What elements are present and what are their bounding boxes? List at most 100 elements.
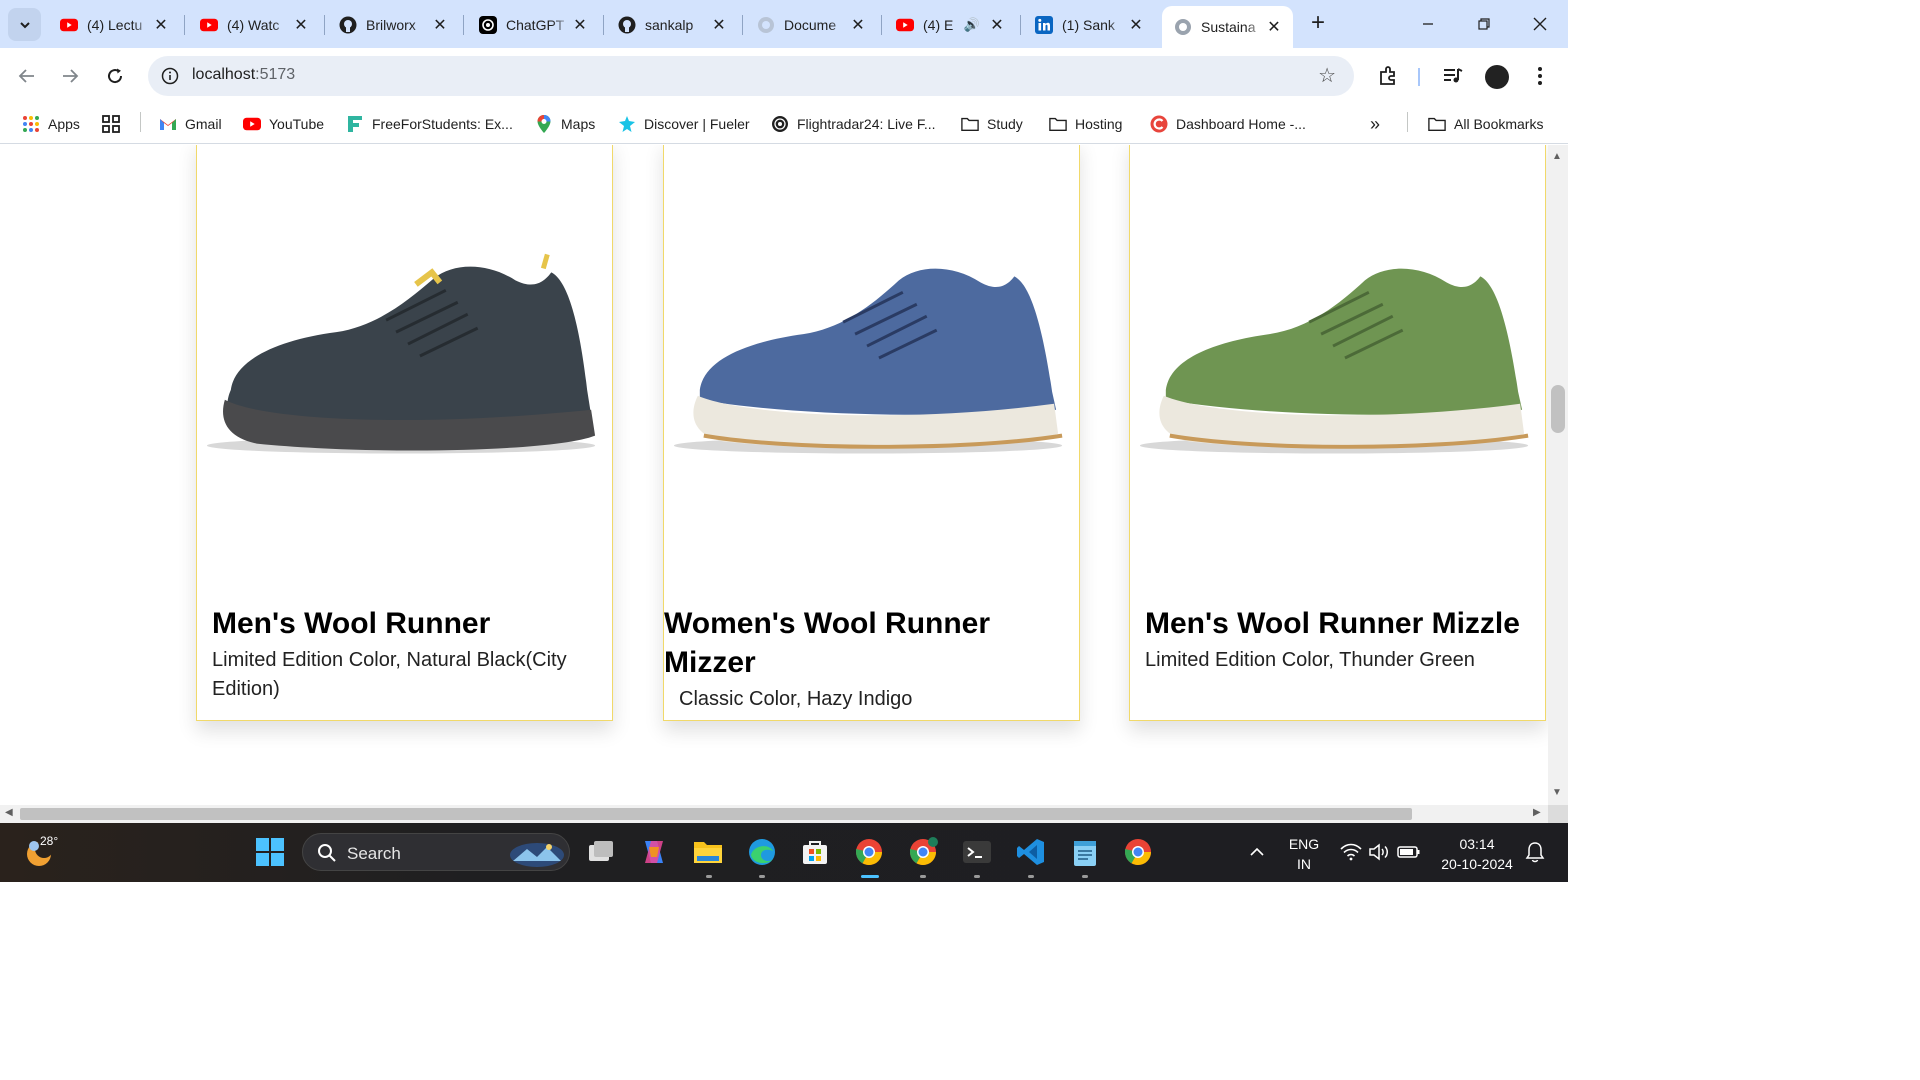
chrome-icon[interactable] [852,835,886,869]
bookmark-folder-hosting[interactable]: Hosting [1049,112,1122,136]
tab-linkedin[interactable]: (1) Sank ✕ [1023,8,1155,42]
product-name: Men's Wool Runner Mizzle [1145,607,1520,640]
chrome-profile-icon[interactable] [906,835,940,869]
copilot-icon[interactable] [637,835,671,869]
bookmark-star-icon[interactable]: ☆ [1318,63,1336,88]
bookmark-fueler[interactable]: Discover | Fueler [618,112,750,136]
task-view-icon[interactable] [584,835,618,869]
tab-watch[interactable]: (4) Watc ✕ [188,8,320,42]
clock[interactable]: 03:14 20-10-2024 [1432,834,1522,874]
close-tab-icon[interactable]: ✕ [431,15,449,35]
scroll-down-arrow-icon[interactable]: ▼ [1552,787,1562,798]
taskbar-search[interactable]: Search [302,833,570,871]
tab-separator [881,15,882,35]
close-tab-icon[interactable]: ✕ [292,15,310,35]
back-button[interactable] [13,62,41,90]
shoe-image [1139,268,1529,454]
start-button[interactable] [253,835,287,869]
volume-icon[interactable] [1362,835,1396,869]
notification-bell-icon[interactable] [1518,835,1552,869]
tab-youtube-audio[interactable]: (4) E 🔊 ✕ [884,8,1016,42]
horizontal-scroll-thumb[interactable] [20,808,1412,820]
tab-separator [324,15,325,35]
bookmark-label: Hosting [1075,116,1123,132]
chatgpt-icon [479,16,497,34]
tab-document[interactable]: Docume ✕ [745,8,877,42]
close-tab-icon[interactable]: ✕ [571,15,589,35]
url-text[interactable]: localhost:5173 [192,66,295,84]
vertical-scroll-thumb[interactable] [1551,385,1565,433]
close-window-button[interactable] [1512,0,1568,48]
restore-button[interactable] [1456,0,1512,48]
all-bookmarks-button[interactable]: All Bookmarks [1428,112,1543,136]
notepad-icon[interactable] [1068,835,1102,869]
tab-brilworx[interactable]: Brilworx ✕ [327,8,459,42]
site-info-icon[interactable] [158,64,182,88]
chevron-up-icon[interactable] [1240,835,1274,869]
bookmark-flightradar[interactable]: Flightradar24: Live F... [771,112,936,136]
tab-search-button[interactable] [8,8,41,41]
time-text: 03:14 [1459,836,1495,852]
tab-sustainable-active[interactable]: Sustaina ✕ [1162,6,1293,48]
tab-chatgpt[interactable]: ChatGPT ✕ [467,8,599,42]
product-name: Men's Wool Runner [212,607,491,640]
language-text: ENG [1288,836,1320,852]
product-card[interactable]: Men's Wool Runner Limited Edition Color,… [196,145,613,721]
weather-widget[interactable]: 28° [22,831,72,871]
tab-groups-button[interactable] [102,112,128,136]
chrome-secondary-icon[interactable] [1121,835,1155,869]
reload-button[interactable] [101,62,129,90]
tab-sankalp[interactable]: sankalp ✕ [606,8,738,42]
bookmark-maps[interactable]: Maps [535,112,595,136]
profile-avatar[interactable] [1485,65,1509,89]
extensions-icon[interactable] [1374,62,1402,90]
close-tab-icon[interactable]: ✕ [152,15,170,35]
scroll-right-arrow-icon[interactable]: ▶ [1533,807,1541,818]
close-tab-icon[interactable]: ✕ [1127,15,1145,35]
bookmark-label: Discover | Fueler [644,116,750,132]
bookmark-folder-study[interactable]: Study [961,112,1023,136]
more-menu-icon[interactable] [1526,62,1554,90]
minimize-icon [1423,23,1433,25]
bookmark-label: Gmail [185,116,222,132]
terminal-icon[interactable] [960,835,994,869]
new-tab-button[interactable]: + [1304,10,1332,38]
product-subtitle: Limited Edition Color, Natural Black(Cit… [212,649,567,700]
bookmark-apps[interactable]: Apps [22,112,80,136]
folder-icon [961,115,979,133]
minimize-button[interactable] [1400,0,1456,48]
tab-separator [603,15,604,35]
edge-icon[interactable] [745,835,779,869]
bookmark-label: Dashboard Home -... [1176,116,1306,132]
close-tab-icon[interactable]: ✕ [849,15,867,35]
file-explorer-icon[interactable] [691,835,725,869]
toolbar-divider [1418,68,1420,86]
battery-icon[interactable] [1392,835,1426,869]
globe-icon [1174,18,1192,36]
address-bar[interactable]: localhost:5173 ☆ [148,56,1354,96]
media-control-icon[interactable] [1439,62,1467,90]
speaker-icon[interactable]: 🔊 [964,17,980,33]
tab-title: Sustaina [1201,19,1256,35]
microsoft-store-icon[interactable] [798,835,832,869]
vscode-icon[interactable] [1014,835,1048,869]
tab-strip: (4) Lectu ✕ (4) Watc ✕ Brilworx ✕ ChatGP… [0,0,1568,48]
bookmarks-overflow-button[interactable]: » [1370,112,1380,136]
tab-lecture[interactable]: (4) Lectu ✕ [48,8,180,42]
close-tab-icon[interactable]: ✕ [710,15,728,35]
vertical-scrollbar[interactable]: ▲ ▼ [1548,145,1568,805]
close-tab-icon[interactable]: ✕ [1265,17,1283,37]
horizontal-scrollbar[interactable]: ◀ ▶ [0,805,1548,823]
product-card[interactable]: Men's Wool Runner Mizzle Limited Edition… [1129,145,1546,721]
forward-button[interactable] [56,62,84,90]
scroll-up-arrow-icon[interactable]: ▲ [1552,151,1562,162]
product-card[interactable]: Women's Wool Runner Mizzer Classic Color… [663,145,1080,721]
running-indicator [974,875,980,878]
bookmark-youtube[interactable]: YouTube [243,112,324,136]
language-indicator[interactable]: ENG IN [1284,834,1324,874]
close-tab-icon[interactable]: ✕ [988,15,1006,35]
bookmark-freeforstudents[interactable]: FreeForStudents: Ex... [346,112,513,136]
scroll-left-arrow-icon[interactable]: ◀ [5,807,13,818]
bookmark-gmail[interactable]: Gmail [159,112,222,136]
bookmark-dashboard[interactable]: Dashboard Home -... [1150,112,1306,136]
